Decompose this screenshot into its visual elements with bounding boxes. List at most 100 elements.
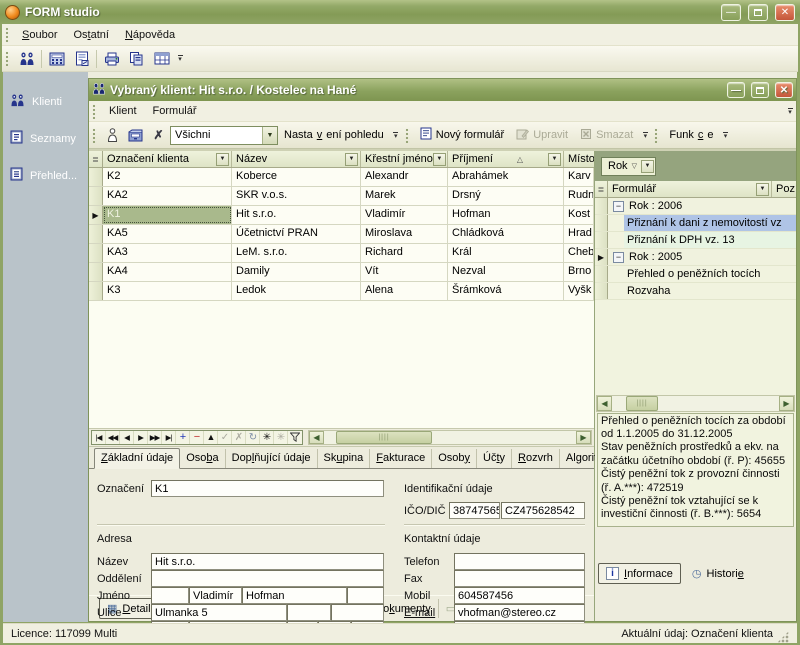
table-cell[interactable]: LeM. s.r.o. bbox=[232, 244, 361, 262]
functions-button[interactable]: Funkce bbox=[663, 126, 719, 144]
toolbar-grip[interactable] bbox=[92, 128, 97, 143]
table-row[interactable]: K3 Ledok Alena Šrámková Vyšk bbox=[89, 282, 594, 301]
toolbar-grip[interactable] bbox=[654, 128, 659, 143]
tab-zakladni-udaje[interactable]: Základní údaje bbox=[94, 448, 180, 469]
calculator-icon[interactable] bbox=[44, 48, 69, 70]
menu-grip[interactable] bbox=[5, 27, 10, 42]
table-row[interactable]: KA2 SKR v.o.s. Marek Drsný Rudn bbox=[89, 187, 594, 206]
column-header-prijmeni[interactable]: Příjmení △ ▼ bbox=[448, 151, 564, 167]
menu-napoveda[interactable]: Nápověda bbox=[117, 26, 183, 44]
table-row-selected[interactable]: ▶ K1 Hit s.r.o. Vladimír Hofman Kost bbox=[89, 206, 594, 225]
table-cell[interactable]: Damily bbox=[232, 263, 361, 281]
tree-item-row[interactable]: Rozvaha bbox=[595, 283, 796, 300]
table-cell[interactable]: Rudn bbox=[564, 187, 594, 205]
scroll-left-icon[interactable]: ◀ bbox=[597, 396, 612, 411]
child-maximize-button[interactable] bbox=[751, 82, 769, 98]
fax-field[interactable] bbox=[454, 570, 585, 587]
sidebar-item-klienti[interactable]: Klienti bbox=[3, 94, 88, 110]
prijmeni-field[interactable]: Hofman bbox=[242, 587, 347, 604]
scrollbar-thumb[interactable]: |||| bbox=[626, 396, 658, 411]
cislo2-field[interactable] bbox=[331, 604, 384, 621]
row-selector[interactable] bbox=[595, 232, 608, 248]
filter-icon[interactable] bbox=[288, 431, 302, 444]
table-cell[interactable]: Vladimír bbox=[361, 206, 448, 224]
table-cell[interactable]: Cheb bbox=[564, 244, 594, 262]
tab-osoby[interactable]: Osoby bbox=[431, 449, 476, 468]
column-header-krestni-jmeno[interactable]: Křestní jméno ▼ bbox=[361, 151, 448, 167]
toolbar-grip[interactable] bbox=[5, 51, 10, 66]
toolbar-overflow-icon[interactable]: ▾ bbox=[719, 125, 731, 145]
titul-za-field[interactable] bbox=[347, 587, 384, 604]
menu-klient[interactable]: Klient bbox=[101, 102, 145, 120]
table-cell[interactable]: Miroslava bbox=[361, 225, 448, 243]
table-cell[interactable]: Hrad bbox=[564, 225, 594, 243]
chevron-down-icon[interactable]: ▼ bbox=[641, 160, 654, 173]
table-cell[interactable]: Vyšk bbox=[564, 282, 594, 300]
oddeleni-field[interactable] bbox=[151, 570, 384, 587]
table-cell[interactable]: Marek bbox=[361, 187, 448, 205]
group-cell[interactable]: − Rok : 2005 bbox=[608, 249, 796, 265]
column-header-misto[interactable]: Místo bbox=[564, 151, 594, 167]
scroll-right-icon[interactable]: ▶ bbox=[779, 396, 794, 411]
child-minimize-button[interactable]: — bbox=[727, 82, 745, 98]
column-header-formular[interactable]: Formulář ▼ bbox=[608, 181, 772, 197]
toolbar-grip[interactable] bbox=[405, 128, 410, 143]
chevron-down-icon[interactable]: ▼ bbox=[345, 153, 358, 166]
tab-rozvrh[interactable]: Rozvrh bbox=[511, 449, 559, 468]
maximize-button[interactable] bbox=[748, 4, 768, 21]
table-cell[interactable]: Alexandr bbox=[361, 168, 448, 186]
table-cell[interactable]: SKR v.o.s. bbox=[232, 187, 361, 205]
table-cell[interactable]: Vít bbox=[361, 263, 448, 281]
table-cell[interactable]: KA4 bbox=[103, 263, 232, 281]
menu-grip[interactable] bbox=[92, 104, 97, 119]
scroll-left-icon[interactable]: ◀ bbox=[309, 431, 324, 444]
forms-icon[interactable] bbox=[69, 48, 94, 70]
menu-soubor[interactable]: Soubor bbox=[14, 26, 65, 44]
dic-field[interactable]: CZ475628542 bbox=[501, 502, 585, 519]
table-cell[interactable]: Kost bbox=[564, 206, 594, 224]
scrollbar-thumb[interactable]: |||| bbox=[336, 431, 432, 444]
nav-insert-icon[interactable]: + bbox=[176, 431, 190, 444]
view-filter-combobox[interactable]: Všichni ▼ bbox=[170, 126, 278, 145]
menu-formular[interactable]: Formulář bbox=[145, 102, 205, 120]
grid-corner-icon[interactable]: ≣ bbox=[89, 151, 103, 167]
table-cell[interactable]: Drsný bbox=[448, 187, 564, 205]
chevron-down-icon[interactable]: ▼ bbox=[216, 153, 229, 166]
row-selector[interactable] bbox=[595, 283, 608, 299]
table-cell[interactable]: Chládková bbox=[448, 225, 564, 243]
sidebar-item-seznamy[interactable]: Seznamy bbox=[3, 130, 88, 147]
table-cell[interactable]: Richard bbox=[361, 244, 448, 262]
table-cell[interactable]: Karv bbox=[564, 168, 594, 186]
cislo-field[interactable] bbox=[287, 604, 331, 621]
tree-item-row[interactable]: Přehled o peněžních tocích bbox=[595, 266, 796, 283]
row-selector[interactable] bbox=[89, 168, 103, 186]
group-by-rok-button[interactable]: Rok ▽ ▼ bbox=[601, 157, 656, 176]
panel-horizontal-scrollbar[interactable]: ◀ |||| ▶ bbox=[596, 395, 795, 412]
table-cell[interactable]: Abrahámek bbox=[448, 168, 564, 186]
column-header-poznamka[interactable]: Poz bbox=[772, 181, 796, 197]
telefon-field[interactable] bbox=[454, 553, 585, 570]
sidebar-item-prehled[interactable]: Přehled... bbox=[3, 167, 88, 184]
nav-edit-icon[interactable]: ▲ bbox=[204, 431, 218, 444]
chevron-down-icon[interactable]: ▼ bbox=[433, 153, 446, 166]
card-file-icon[interactable] bbox=[124, 125, 147, 146]
child-close-button[interactable]: ✕ bbox=[775, 82, 793, 98]
nav-first-icon[interactable]: |◀ bbox=[92, 431, 106, 444]
table-row[interactable]: KA5 Účetnictví PRAN Miroslava Chládková … bbox=[89, 225, 594, 244]
table-cell[interactable]: Nezval bbox=[448, 263, 564, 281]
mobil-field[interactable]: 604587456 bbox=[454, 587, 585, 604]
tab-doplnujici-udaje[interactable]: Doplňující údaje bbox=[225, 449, 317, 468]
tree-group-row[interactable]: ▶ − Rok : 2005 bbox=[595, 249, 796, 266]
delete-button[interactable]: Smazat bbox=[574, 125, 639, 146]
email-field[interactable]: vhofman@stereo.cz bbox=[454, 604, 585, 621]
nav-post-icon[interactable]: ✓ bbox=[218, 431, 232, 444]
table-cell[interactable]: Koberce bbox=[232, 168, 361, 186]
row-selector[interactable] bbox=[89, 244, 103, 262]
nav-goto-bookmark-icon[interactable]: ✳ bbox=[274, 431, 288, 444]
table-cell[interactable]: K3 bbox=[103, 282, 232, 300]
table-cell[interactable]: Hofman bbox=[448, 206, 564, 224]
toolbar-overflow-icon[interactable]: ▾ bbox=[174, 49, 186, 69]
tree-item[interactable]: Přehled o peněžních tocích bbox=[624, 266, 796, 282]
table-row[interactable]: KA4 Damily Vít Nezval Brno bbox=[89, 263, 594, 282]
jmeno-field[interactable]: Vladimír bbox=[189, 587, 242, 604]
